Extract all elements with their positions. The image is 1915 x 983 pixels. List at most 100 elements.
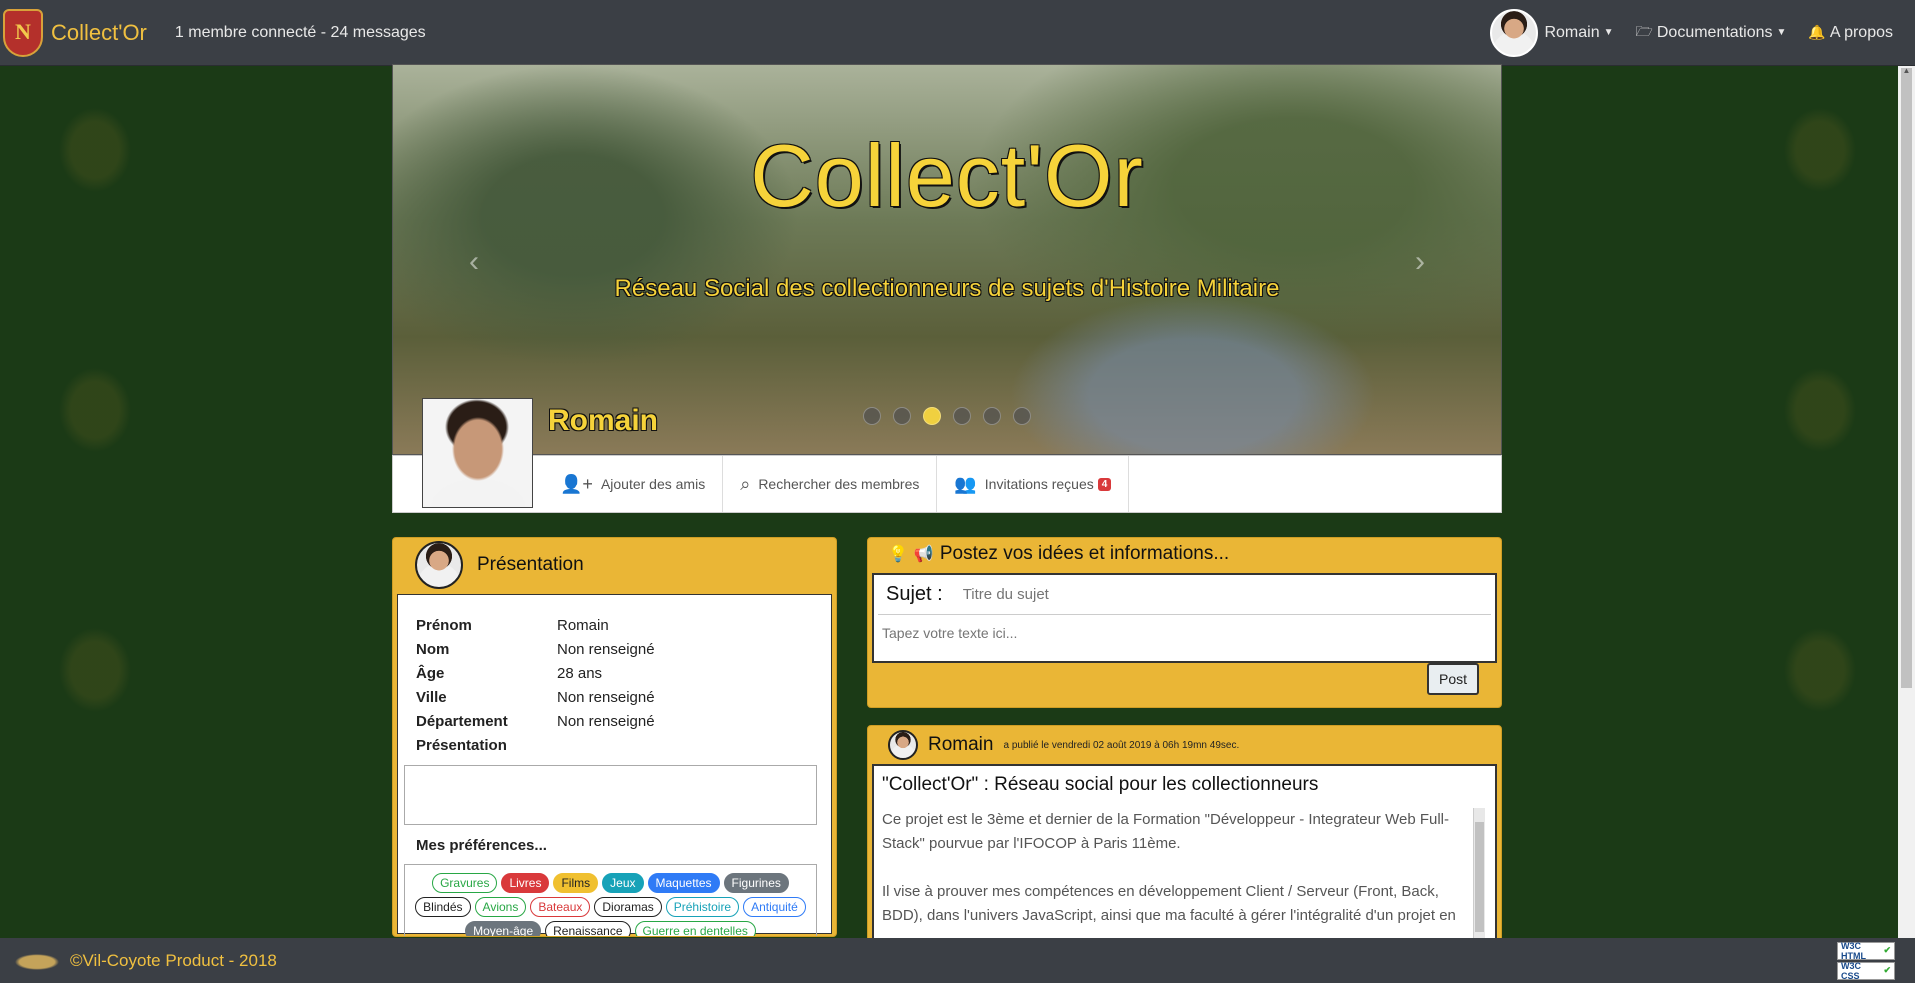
subject-input[interactable]: [962, 586, 1443, 603]
carousel-indicator[interactable]: [953, 407, 971, 425]
users-icon: 👥: [954, 473, 977, 494]
w3c-css-label: W3C CSS: [1841, 960, 1861, 981]
post-author-avatar: [888, 730, 918, 760]
coyote-logo-icon: [12, 943, 62, 978]
carousel-indicator[interactable]: [893, 407, 911, 425]
presentation-avatar: [415, 541, 463, 589]
carousel-indicator[interactable]: [1013, 407, 1031, 425]
carousel-indicator[interactable]: [863, 407, 881, 425]
info-label: Prénom: [416, 616, 472, 634]
preference-tag[interactable]: Renaissance: [545, 921, 631, 936]
search-members-button[interactable]: ⌕ Rechercher des membres: [723, 456, 938, 512]
info-row-lastname: Nom Non renseigné: [416, 637, 813, 661]
info-label: Présentation: [416, 736, 507, 754]
profile-action-bar: 👤+ Ajouter des amis ⌕ Rechercher des mem…: [392, 455, 1502, 513]
about-link[interactable]: 🔔 A propos: [1808, 24, 1893, 42]
folder-open-icon: 🗁: [1635, 22, 1653, 39]
preference-tag[interactable]: Guerre en dentelles: [634, 921, 756, 936]
message-input[interactable]: [878, 615, 1491, 659]
checkmark-icon: ✔: [1883, 965, 1891, 975]
compose-form: Sujet :: [872, 573, 1497, 663]
top-navbar: Collect'Or 1 membre connecté - 24 messag…: [0, 0, 1915, 66]
preference-tag[interactable]: Moyen-âge: [465, 921, 542, 936]
post-paragraph: Il vise à prouver mes compétences en dév…: [882, 883, 1456, 924]
preference-tag[interactable]: Jeux: [602, 873, 644, 893]
w3c-css-badge[interactable]: W3C CSS ✔: [1837, 960, 1895, 981]
preference-tag[interactable]: Antiquité: [743, 897, 806, 917]
post-date: a publié le vendredi 02 août 2019 à 06h …: [1003, 739, 1240, 751]
info-value: Non renseigné: [557, 640, 655, 658]
footer-credit: ©Vil-Coyote Product - 2018: [70, 950, 277, 970]
info-row-department: Département Non renseigné: [416, 709, 813, 733]
post-body: "Collect'Or" : Réseau social pour les co…: [872, 764, 1497, 944]
info-label: Ville: [416, 688, 447, 706]
lightbulb-icon: 💡: [888, 546, 908, 563]
hero-subtitle: Réseau Social des collectionneurs de suj…: [614, 275, 1280, 302]
subject-label: Sujet :: [886, 583, 943, 605]
carousel-next-icon[interactable]: ›: [1415, 245, 1425, 279]
info-label: Âge: [416, 664, 445, 682]
post-author[interactable]: Romain: [928, 734, 993, 756]
post-scrollbar[interactable]: [1473, 808, 1485, 944]
megaphone-icon: 📢: [913, 546, 934, 563]
info-value: Non renseigné: [557, 688, 655, 706]
info-row-city: Ville Non renseigné: [416, 685, 813, 709]
add-friends-button[interactable]: 👤+ Ajouter des amis: [543, 456, 724, 512]
subject-row: Sujet :: [878, 575, 1491, 615]
preferences-tags: Gravures Livres Films Jeux Maquettes Fig…: [404, 864, 817, 936]
carousel-prev-icon[interactable]: ‹: [469, 245, 479, 279]
info-label: Département: [416, 712, 508, 730]
post-card: Romain a publié le vendredi 02 août 2019…: [867, 725, 1502, 945]
caret-down-icon: ▼: [1776, 27, 1787, 38]
presentation-textarea[interactable]: [404, 765, 817, 825]
user-menu-dropdown[interactable]: Romain ▼: [1490, 8, 1614, 57]
carousel-indicator[interactable]: [983, 407, 1001, 425]
profile-picture: [422, 398, 533, 508]
checkmark-icon: ✔: [1883, 945, 1891, 955]
brand-link[interactable]: Collect'Or: [3, 8, 147, 57]
info-row-age: Âge 28 ans: [416, 661, 813, 685]
info-value: 28 ans: [557, 664, 603, 682]
search-icon: ⌕: [740, 473, 751, 494]
presentation-body: Prénom Romain Nom Non renseigné Âge 28 a…: [397, 594, 832, 936]
info-row-presentation: Présentation: [416, 733, 813, 757]
about-label: A propos: [1829, 23, 1893, 41]
preference-tag[interactable]: Gravures: [432, 873, 498, 893]
compose-title: Postez vos idées et informations...: [939, 543, 1230, 564]
presentation-title: Présentation: [477, 554, 584, 575]
napoleon-shield-logo-icon: [3, 8, 43, 57]
user-plus-icon: 👤+: [560, 473, 593, 494]
footer: ©Vil-Coyote Product - 2018 W3C HTML ✔ W3…: [0, 938, 1915, 983]
preference-tag[interactable]: Livres: [501, 873, 550, 893]
post-paragraph: Ce projet est le 3ème et dernier de la F…: [882, 811, 1449, 852]
info-value: Non renseigné: [557, 712, 655, 730]
preference-tag[interactable]: Blindés: [415, 897, 471, 917]
post-header: Romain a publié le vendredi 02 août 2019…: [868, 726, 1501, 764]
compose-post-card: 💡 📢 Postez vos idées et informations... …: [867, 537, 1502, 708]
preference-tag[interactable]: Avions: [474, 897, 527, 917]
info-label: Nom: [416, 640, 450, 658]
preference-tag[interactable]: Dioramas: [594, 897, 662, 917]
documentations-dropdown[interactable]: 🗁 Documentations ▼: [1636, 21, 1787, 45]
navbar-right: Romain ▼ 🗁 Documentations ▼ 🔔 A propos: [1490, 0, 1915, 66]
invitations-label: Invitations reçues: [984, 476, 1094, 492]
scroll-up-icon[interactable]: ▲: [1898, 66, 1915, 75]
presentation-header: Présentation: [393, 538, 836, 592]
documentations-label: Documentations: [1656, 23, 1773, 41]
carousel-indicator-active[interactable]: [923, 407, 941, 425]
preference-tag[interactable]: Bateaux: [530, 897, 591, 917]
post-button[interactable]: Post: [1426, 663, 1479, 695]
page-scrollbar[interactable]: ▲: [1898, 66, 1915, 938]
preference-tag[interactable]: Préhistoire: [665, 897, 740, 917]
post-text: Ce projet est le 3ème et dernier de la F…: [882, 808, 1487, 928]
w3c-html-badge[interactable]: W3C HTML ✔: [1837, 940, 1895, 961]
preference-tag[interactable]: Figurines: [723, 873, 789, 893]
hero-carousel: Collect'Or Réseau Social des collectionn…: [392, 64, 1502, 455]
w3c-html-label: W3C HTML: [1841, 940, 1866, 961]
presentation-card: Présentation Prénom Romain Nom Non rense…: [392, 537, 837, 937]
preference-tag[interactable]: Films: [553, 873, 599, 893]
hero-title: Collect'Or: [750, 126, 1144, 225]
search-members-label: Rechercher des membres: [758, 476, 920, 492]
preference-tag[interactable]: Maquettes: [647, 873, 720, 893]
invitations-button[interactable]: 👥 Invitations reçues 4: [937, 456, 1130, 512]
